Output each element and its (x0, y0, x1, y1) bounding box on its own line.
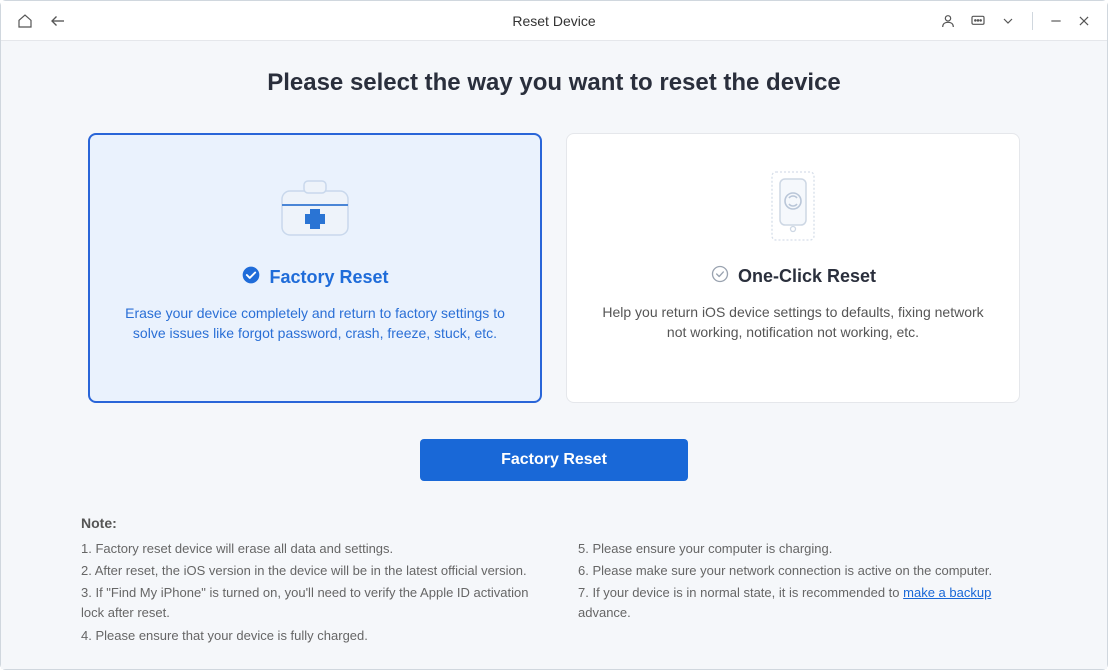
one-click-reset-card[interactable]: One-Click Reset Help you return iOS devi… (566, 133, 1020, 403)
one-click-reset-icon (754, 166, 832, 246)
factory-reset-card[interactable]: Factory Reset Erase your device complete… (88, 133, 542, 403)
title-bar: Reset Device (1, 1, 1107, 41)
notes-column-right: 5. Please ensure your computer is chargi… (578, 539, 1027, 648)
make-backup-link[interactable]: make a backup (903, 585, 991, 600)
one-click-reset-desc: Help you return iOS device settings to d… (595, 303, 991, 342)
app-window: Reset Device (0, 0, 1108, 670)
factory-reset-desc: Erase your device completely and return … (118, 304, 512, 343)
note-text: advance. (578, 605, 631, 620)
note-item: 1. Factory reset device will erase all d… (81, 539, 530, 559)
note-item: 7. If your device is in normal state, it… (578, 583, 1027, 623)
note-item: 2. After reset, the iOS version in the d… (81, 561, 530, 581)
page-heading: Please select the way you want to reset … (81, 69, 1027, 97)
note-item: 3. If "Find My iPhone" is turned on, you… (81, 583, 530, 623)
note-item: 5. Please ensure your computer is chargi… (578, 539, 1027, 559)
back-icon[interactable] (49, 12, 67, 30)
user-icon[interactable] (940, 13, 956, 29)
factory-reset-title: Factory Reset (269, 267, 388, 288)
title-bar-left (17, 12, 67, 30)
notes-column-left: 1. Factory reset device will erase all d… (81, 539, 530, 648)
window-title: Reset Device (512, 13, 595, 29)
factory-reset-icon (276, 167, 354, 247)
note-item: 4. Please ensure that your device is ful… (81, 626, 530, 646)
note-item: 6. Please make sure your network connect… (578, 561, 1027, 581)
content-area: Please select the way you want to reset … (1, 41, 1107, 669)
minimize-icon[interactable] (1049, 14, 1063, 28)
one-click-reset-title-row: One-Click Reset (710, 264, 876, 289)
separator (1032, 12, 1033, 30)
factory-reset-button[interactable]: Factory Reset (420, 439, 688, 481)
notes-columns: 1. Factory reset device will erase all d… (81, 539, 1027, 648)
check-circle-icon (241, 265, 261, 290)
feedback-icon[interactable] (970, 13, 986, 29)
one-click-reset-title: One-Click Reset (738, 266, 876, 287)
notes-section: Note: 1. Factory reset device will erase… (81, 515, 1027, 648)
reset-options: Factory Reset Erase your device complete… (81, 133, 1027, 403)
notes-label: Note: (81, 515, 1027, 531)
close-icon[interactable] (1077, 14, 1091, 28)
check-circle-outline-icon (710, 264, 730, 289)
note-text: 7. If your device is in normal state, it… (578, 585, 903, 600)
title-bar-right (940, 12, 1091, 30)
chevron-down-icon[interactable] (1000, 13, 1016, 29)
factory-reset-title-row: Factory Reset (241, 265, 388, 290)
home-icon[interactable] (17, 13, 33, 29)
